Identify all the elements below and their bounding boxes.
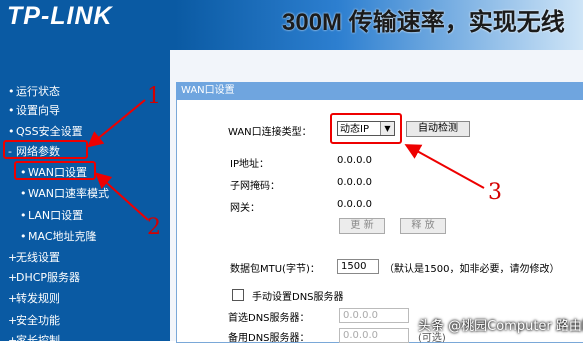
mtu-label: 数据包MTU(字节)：	[230, 264, 320, 275]
watermark: 头条 @桃园Computer 路由网	[418, 319, 583, 334]
sidebar-item-qss[interactable]: • QSS安全设置	[8, 123, 83, 139]
sidebar-item-lan[interactable]: • LAN口设置	[20, 207, 83, 223]
sidebar-item-label: 设置向导	[16, 104, 60, 117]
ip-value: 0.0.0.0	[337, 155, 372, 166]
sidebar: • 运行状态 • 设置向导 • QSS安全设置 - 网络参数 • WAN口设置 • WAN口…	[0, 50, 170, 347]
sidebar-item-mac-clone[interactable]: • MAC地址克隆	[20, 228, 97, 244]
sidebar-item-status[interactable]: • 运行状态	[8, 83, 60, 99]
dns2-label: 备用DNS服务器：	[228, 333, 310, 344]
sidebar-item-label: WAN口速率模式	[28, 187, 110, 200]
highlight-wan-settings	[14, 161, 96, 180]
panel-title: WAN口设置	[176, 82, 583, 100]
annotation-number-3: 3	[488, 180, 502, 205]
header-banner: TP-LINK 300M 传输速率，实现无线	[0, 0, 583, 50]
dns-manual-checkbox[interactable]	[232, 289, 244, 301]
annotation-number-1: 1	[147, 84, 161, 109]
gateway-value: 0.0.0.0	[337, 199, 372, 210]
dns-manual-label: 手动设置DNS服务器	[252, 292, 344, 303]
renew-button[interactable]: 更 新	[339, 218, 385, 234]
gateway-label: 网关：	[230, 203, 260, 214]
sidebar-item-label: QSS安全设置	[16, 125, 83, 138]
sidebar-item-dhcp[interactable]: +DHCP服务器	[8, 269, 80, 285]
auto-detect-button[interactable]: 自动检测	[406, 121, 470, 137]
tplink-logo: TP-LINK	[7, 2, 113, 30]
sidebar-item-parental[interactable]: +家长控制	[8, 332, 60, 348]
sidebar-item-forwarding[interactable]: +转发规则	[8, 290, 60, 306]
sidebar-item-label: MAC地址克隆	[28, 230, 97, 243]
mtu-input[interactable]: 1500	[337, 259, 379, 274]
highlight-network-params	[3, 140, 88, 159]
sidebar-item-security[interactable]: +安全功能	[8, 312, 60, 328]
banner-slogan: 300M 传输速率，实现无线	[282, 9, 565, 36]
highlight-conn-type	[330, 113, 402, 144]
sidebar-item-wireless[interactable]: +无线设置	[8, 249, 60, 265]
dns1-label: 首选DNS服务器：	[228, 313, 310, 324]
mask-label: 子网掩码：	[230, 181, 280, 192]
mtu-hint: （默认是1500，如非必要，请勿修改）	[384, 264, 560, 275]
sidebar-item-wizard[interactable]: • 设置向导	[8, 102, 60, 118]
sidebar-item-label: 无线设置	[16, 251, 60, 264]
sidebar-item-label: 运行状态	[16, 85, 60, 98]
sidebar-item-label: DHCP服务器	[16, 271, 81, 284]
sidebar-item-label: 转发规则	[16, 292, 60, 305]
mask-value: 0.0.0.0	[337, 177, 372, 188]
sidebar-item-label: LAN口设置	[28, 209, 84, 222]
dns1-input[interactable]: 0.0.0.0	[339, 308, 409, 323]
conn-type-label: WAN口连接类型：	[228, 127, 312, 138]
ip-label: IP地址：	[230, 159, 269, 170]
release-button[interactable]: 释 放	[400, 218, 446, 234]
annotation-number-2: 2	[147, 215, 161, 240]
sidebar-item-wan-speed[interactable]: • WAN口速率模式	[20, 185, 109, 201]
sidebar-item-label: 安全功能	[16, 314, 60, 327]
